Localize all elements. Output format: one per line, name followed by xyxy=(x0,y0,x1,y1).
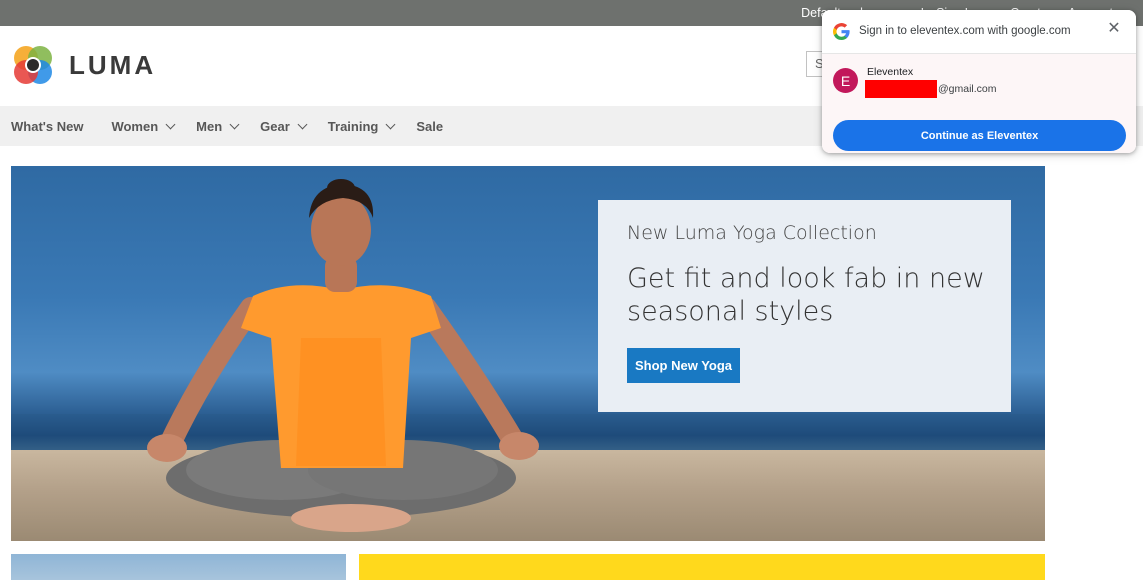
nav-item-label: Training xyxy=(327,118,379,134)
chevron-down-icon xyxy=(229,119,240,129)
chevron-down-icon xyxy=(385,119,396,129)
hero-banner[interactable]: New Luma Yoga Collection Get fit and loo… xyxy=(11,166,1045,541)
redacted-email-block xyxy=(865,80,937,98)
nav-item-sale[interactable]: Sale xyxy=(416,119,443,134)
google-signin-header: Sign in to eleventex.com with google.com… xyxy=(822,10,1136,54)
continue-as-button[interactable]: Continue as Eleventex xyxy=(833,120,1126,151)
nav-item-label: Women xyxy=(111,118,159,134)
google-signin-popup: Sign in to eleventex.com with google.com… xyxy=(822,10,1136,153)
promo-block-right[interactable] xyxy=(359,554,1045,580)
chevron-down-icon xyxy=(297,119,308,129)
nav-item-gear[interactable]: Gear xyxy=(260,118,308,134)
avatar: E xyxy=(833,68,858,93)
chevron-down-icon xyxy=(165,119,176,129)
promo-title: Get fit and look fab in new seasonal sty… xyxy=(627,263,985,327)
nav-item-label: Gear xyxy=(260,118,290,134)
promo-subtitle: New Luma Yoga Collection xyxy=(627,222,877,244)
luma-logo[interactable]: LUMA xyxy=(11,43,156,87)
google-g-icon xyxy=(833,23,850,40)
nav-item-label: Sale xyxy=(416,118,444,134)
nav-item-label: What's New xyxy=(11,118,84,134)
nav-item-men[interactable]: Men xyxy=(196,118,240,134)
close-icon[interactable]: ✕ xyxy=(1106,21,1122,37)
google-account-chooser: E Eleventex @gmail.com Continue as Eleve… xyxy=(822,54,1136,153)
promo-box: New Luma Yoga Collection Get fit and loo… xyxy=(598,200,1011,412)
account-email-suffix: @gmail.com xyxy=(938,83,997,95)
luma-logo-icon xyxy=(14,46,52,84)
yoga-woman-image xyxy=(147,179,539,532)
nav-item-women[interactable]: Women xyxy=(111,118,176,134)
nav-item-label: Men xyxy=(196,118,223,134)
logo-text: LUMA xyxy=(69,49,157,80)
nav-item-whats-new[interactable]: What's New xyxy=(11,119,83,134)
nav-item-training[interactable]: Training xyxy=(327,118,396,134)
account-email: @gmail.com xyxy=(865,80,997,98)
shop-new-yoga-button[interactable]: Shop New Yoga xyxy=(627,348,740,383)
google-signin-title: Sign in to eleventex.com with google.com xyxy=(859,25,1071,37)
promo-block-left[interactable] xyxy=(11,554,346,580)
account-name: Eleventex xyxy=(867,66,914,78)
